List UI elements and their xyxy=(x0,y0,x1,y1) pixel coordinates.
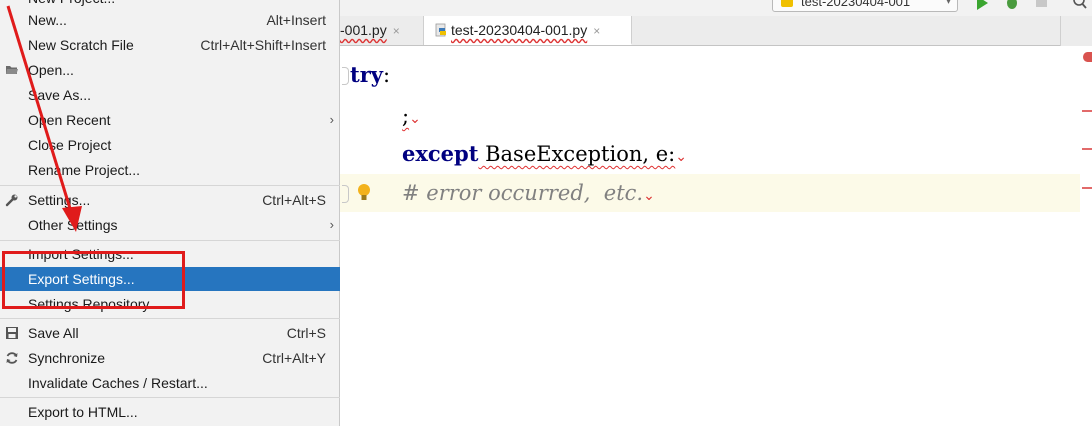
menu-item-label: Save All xyxy=(28,325,79,341)
whitespace-marker: ⌄ xyxy=(675,149,687,165)
code-line-current: # error occurred, etc.⌄ xyxy=(340,174,1080,212)
tab-label: test-20230404-001.py xyxy=(451,22,588,38)
code-keyword: try xyxy=(350,62,383,87)
menu-item-synchronize[interactable]: Synchronize Ctrl+Alt+Y xyxy=(0,346,340,370)
whitespace-marker: ⌄ xyxy=(643,188,655,204)
code-text: : xyxy=(382,63,391,87)
menu-item-export-to-html[interactable]: Export to HTML... xyxy=(0,400,340,424)
code-line: try: xyxy=(340,56,1080,94)
tab-test-20230404-001-py[interactable]: test-20230404-001.py × xyxy=(424,16,632,45)
code-text: BaseException, e: xyxy=(478,142,676,166)
fold-marker-icon[interactable] xyxy=(342,67,349,85)
error-indicator-icon[interactable] xyxy=(1083,52,1092,62)
menu-item-shortcut: Ctrl+Alt+Shift+Insert xyxy=(200,37,326,53)
tab-overflow-area xyxy=(1060,16,1092,46)
menu-item-shortcut: Alt+Insert xyxy=(266,12,326,28)
save-icon xyxy=(6,327,18,339)
search-icon[interactable] xyxy=(1072,0,1088,10)
stop-icon[interactable] xyxy=(1034,0,1050,10)
tab-label: -001.py xyxy=(340,22,387,38)
menu-separator xyxy=(0,397,340,398)
menu-item-shortcut: Ctrl+Alt+Y xyxy=(262,350,326,366)
debug-icon[interactable] xyxy=(1004,0,1020,10)
menu-item-shortcut: Ctrl+Alt+S xyxy=(262,192,326,208)
close-icon[interactable]: × xyxy=(393,24,400,38)
menu-item-label: Export to HTML... xyxy=(28,404,138,420)
submenu-arrow-icon: › xyxy=(329,217,334,232)
code-keyword: except xyxy=(402,141,479,166)
menu-item-save-all[interactable]: Save All Ctrl+S xyxy=(0,321,340,345)
lightbulb-icon[interactable] xyxy=(357,183,371,203)
code-editor[interactable]: try: ;⌄ except BaseException, e:⌄ # erro… xyxy=(340,46,1092,426)
close-icon[interactable]: × xyxy=(593,24,600,38)
menu-item-shortcut: Ctrl+S xyxy=(286,325,326,341)
code-line: except BaseException, e:⌄ xyxy=(340,135,1080,173)
tab-001-py[interactable]: -001.py × xyxy=(340,16,424,45)
code-comment: # error occurred, etc. xyxy=(402,181,644,205)
menu-item-label: Invalidate Caches / Restart... xyxy=(28,375,208,391)
error-stripe-mark[interactable] xyxy=(1082,110,1092,112)
code-line: ;⌄ xyxy=(340,97,1080,135)
fold-marker-icon[interactable] xyxy=(342,185,349,203)
error-stripe-mark[interactable] xyxy=(1082,148,1092,150)
menu-separator xyxy=(0,318,340,319)
menu-item-label: Synchronize xyxy=(28,350,106,366)
run-config-selector[interactable]: test-20230404-001 ▾ xyxy=(772,0,958,12)
run-config-label: test-20230404-001 xyxy=(801,0,911,9)
error-stripe-mark[interactable] xyxy=(1082,187,1092,189)
menu-item-invalidate-caches[interactable]: Invalidate Caches / Restart... xyxy=(0,371,340,395)
python-config-icon xyxy=(781,0,793,7)
sync-icon xyxy=(6,352,18,364)
editor-tab-bar: -001.py × test-20230404-001.py × xyxy=(340,16,1092,46)
chevron-down-icon: ▾ xyxy=(945,0,951,7)
submenu-arrow-icon: › xyxy=(329,112,334,127)
run-icon[interactable] xyxy=(974,0,990,10)
whitespace-marker: ⌄ xyxy=(409,111,421,127)
annotation-arrow-icon xyxy=(6,5,82,232)
python-file-icon xyxy=(435,23,446,37)
